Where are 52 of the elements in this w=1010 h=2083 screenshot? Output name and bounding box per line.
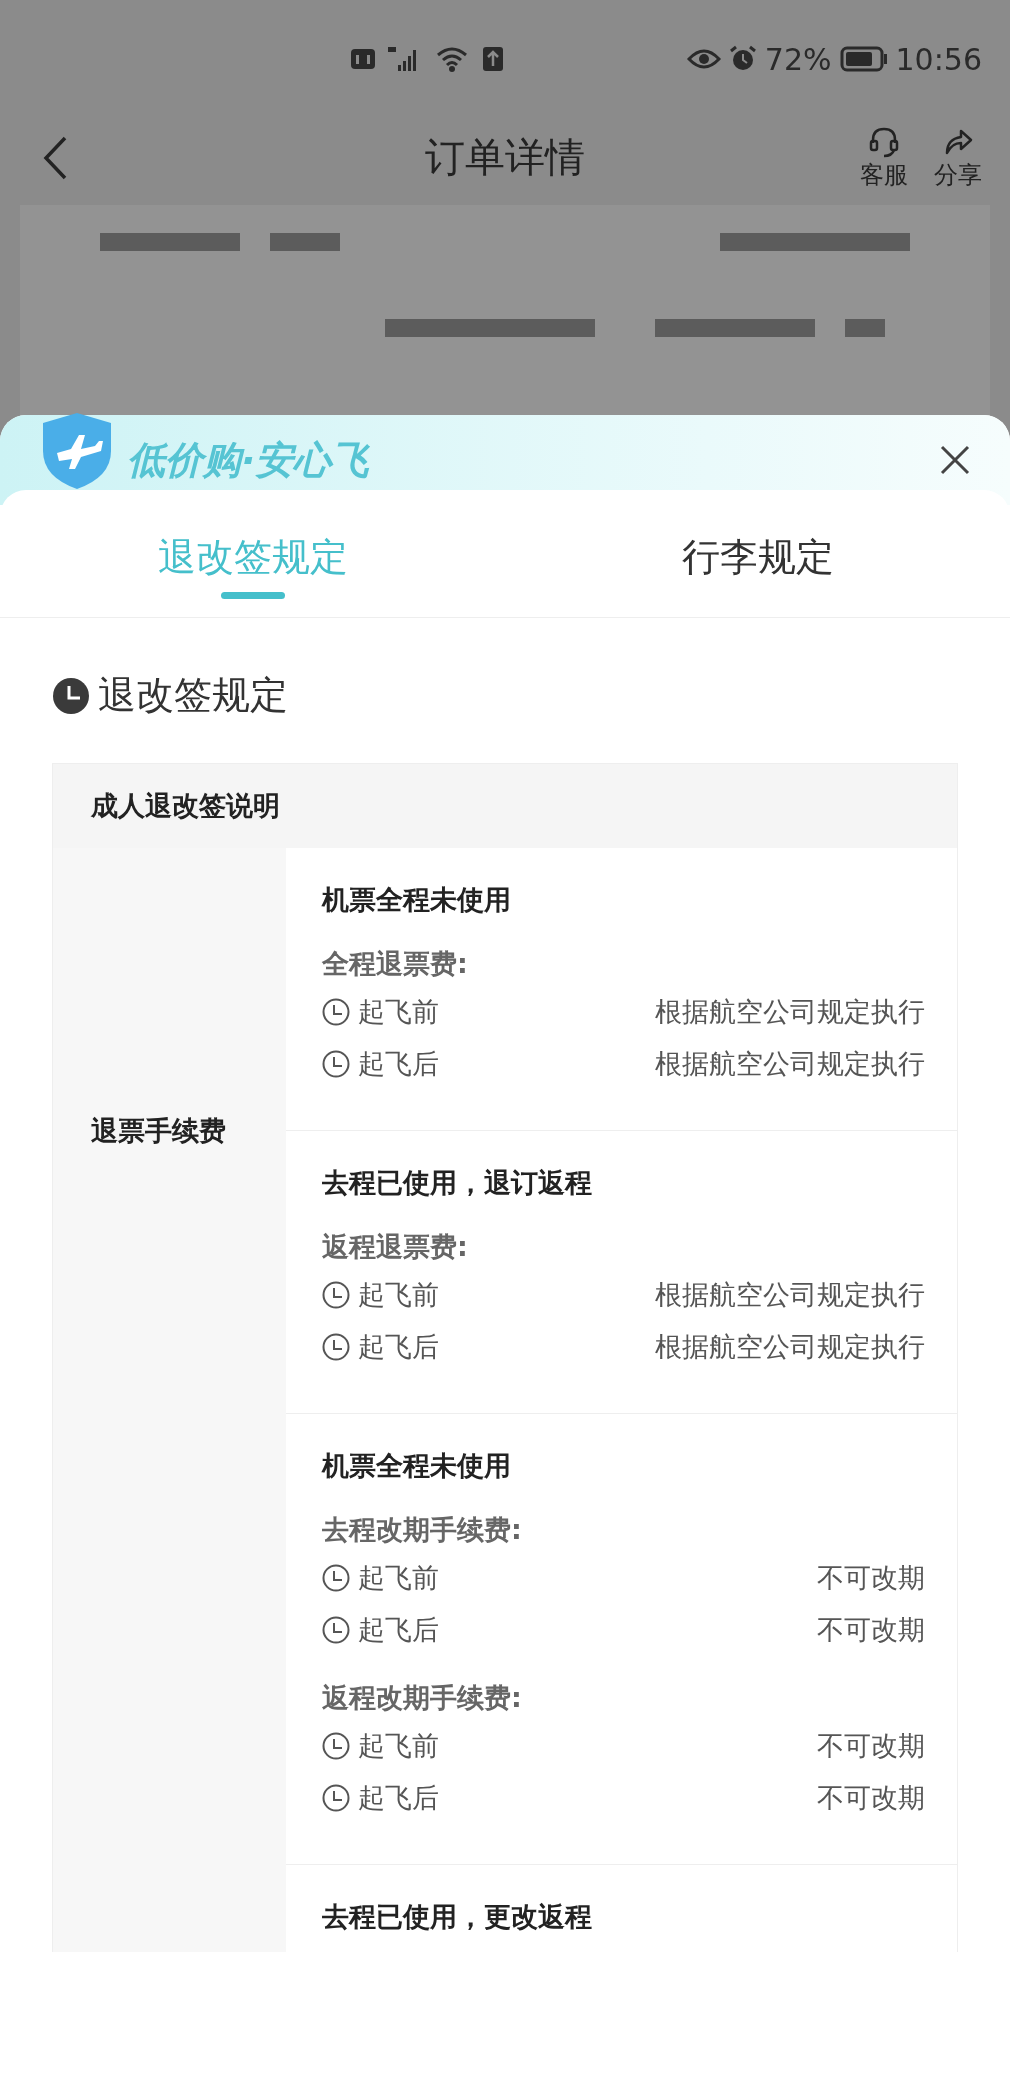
fee-value: 根据航空公司规定执行 — [655, 1047, 925, 1081]
clock-icon — [322, 1616, 350, 1644]
share-button[interactable]: 分享 — [934, 124, 982, 191]
close-icon[interactable] — [940, 445, 970, 475]
alarm-icon — [728, 45, 757, 73]
table-header: 成人退改签说明 — [53, 764, 957, 848]
back-icon[interactable] — [42, 134, 68, 181]
time-label: 起飞后 — [358, 1613, 439, 1647]
clock-icon — [322, 1050, 350, 1078]
clock-icon — [52, 676, 90, 715]
time-label: 起飞后 — [358, 1047, 439, 1081]
case-title: 机票全程未使用 — [322, 883, 512, 917]
banner-title: 低价购·安心飞 — [127, 436, 370, 484]
section-title: 退改签规定 — [98, 672, 288, 719]
redacted-text — [270, 233, 340, 251]
clock-icon — [322, 1333, 350, 1361]
battery-icon — [839, 46, 888, 72]
case-title: 去程已使用，更改返程 — [322, 1900, 593, 1934]
page-title: 订单详情 — [425, 133, 585, 182]
fee-value: 根据航空公司规定执行 — [655, 995, 925, 1029]
battery-percent: 72% — [764, 41, 832, 77]
time-label: 起飞后 — [358, 1330, 439, 1364]
clock-icon — [322, 1564, 350, 1592]
fee-value: 不可改期 — [817, 1729, 925, 1763]
clock-icon — [322, 1732, 350, 1760]
fee-value: 不可改期 — [817, 1781, 925, 1815]
fee-value: 根据航空公司规定执行 — [655, 1330, 925, 1364]
clock-icon — [322, 1784, 350, 1812]
hd-icon — [350, 47, 376, 71]
clock-time: 10:56 — [895, 41, 982, 77]
fee-label: 返程改期手续费: — [322, 1681, 523, 1715]
time-label: 起飞前 — [358, 1278, 439, 1312]
time-label: 起飞前 — [358, 1729, 439, 1763]
time-label: 起飞前 — [358, 995, 439, 1029]
case-title: 去程已使用，退订返程 — [322, 1166, 593, 1200]
fee-label: 全程退票费: — [322, 947, 469, 981]
time-label: 起飞前 — [358, 1561, 439, 1595]
clock-icon — [322, 1281, 350, 1309]
upload-icon — [482, 45, 504, 73]
redacted-text — [845, 319, 885, 337]
fee-label: 返程退票费: — [322, 1230, 469, 1264]
case-title: 机票全程未使用 — [322, 1449, 512, 1483]
fee-value: 根据航空公司规定执行 — [655, 1278, 925, 1312]
fee-value: 不可改期 — [817, 1613, 925, 1647]
customer-service-button[interactable]: 客服 — [860, 124, 908, 191]
clock-icon — [322, 998, 350, 1026]
tab[interactable]: 行李规定 — [505, 498, 1010, 617]
time-label: 起飞后 — [358, 1781, 439, 1815]
eye-icon — [686, 47, 721, 71]
fee-value: 不可改期 — [817, 1561, 925, 1595]
row-label: 退票手续费 — [91, 1114, 226, 1148]
fee-label: 去程改期手续费: — [322, 1513, 523, 1547]
